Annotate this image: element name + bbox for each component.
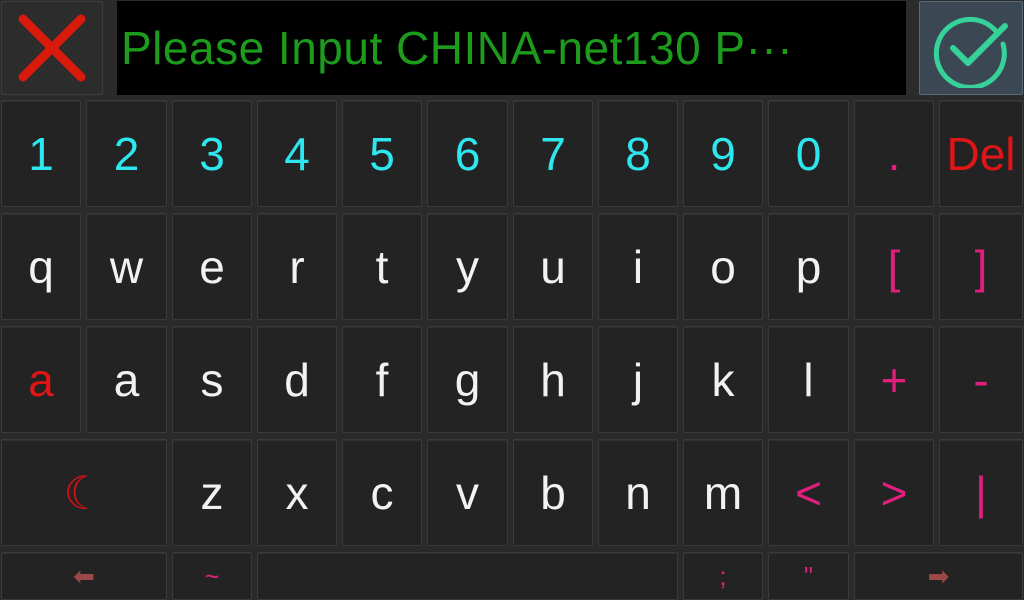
key-p[interactable]: p xyxy=(768,213,849,320)
key-v[interactable]: v xyxy=(427,439,508,546)
key-d[interactable]: d xyxy=(257,326,337,433)
key-y[interactable]: y xyxy=(427,213,508,320)
key-b[interactable]: b xyxy=(513,439,593,546)
key-u[interactable]: u xyxy=(513,213,593,320)
key-9[interactable]: 9 xyxy=(683,100,763,207)
key-semicolon[interactable]: ; xyxy=(683,552,763,600)
close-x-icon xyxy=(18,14,86,82)
key-c[interactable]: c xyxy=(342,439,422,546)
delete-key[interactable]: Del xyxy=(939,100,1023,207)
top-bar: Please Input CHINA-net130 P··· xyxy=(0,0,1024,98)
key-right-bracket[interactable]: ] xyxy=(939,213,1023,320)
cursor-left-key[interactable]: ⬅ xyxy=(1,552,167,600)
key-greater-than[interactable]: > xyxy=(854,439,934,546)
confirm-button[interactable] xyxy=(919,1,1023,95)
key-8[interactable]: 8 xyxy=(598,100,678,207)
key-plus[interactable]: + xyxy=(854,326,934,433)
key-0[interactable]: 0 xyxy=(768,100,849,207)
key-w[interactable]: w xyxy=(86,213,167,320)
key-z[interactable]: z xyxy=(172,439,252,546)
key-left-bracket[interactable]: [ xyxy=(854,213,934,320)
key-period[interactable]: . xyxy=(854,100,934,207)
shift-key[interactable]: ☾ xyxy=(1,439,167,546)
key-a[interactable]: a xyxy=(86,326,167,433)
key-3[interactable]: 3 xyxy=(172,100,252,207)
key-double-quote[interactable]: " xyxy=(768,552,849,600)
key-6[interactable]: 6 xyxy=(427,100,508,207)
key-g[interactable]: g xyxy=(427,326,508,433)
input-text: Please Input CHINA-net130 P··· xyxy=(121,22,794,74)
key-i[interactable]: i xyxy=(598,213,678,320)
text-input-field[interactable]: Please Input CHINA-net130 P··· xyxy=(117,1,906,95)
key-r[interactable]: r xyxy=(257,213,337,320)
key-5[interactable]: 5 xyxy=(342,100,422,207)
crescent-moon-icon: ☾ xyxy=(63,466,105,519)
caps-key[interactable]: a xyxy=(1,326,81,433)
space-key[interactable] xyxy=(257,552,678,600)
arrow-right-icon: ➡ xyxy=(927,561,950,591)
key-l[interactable]: l xyxy=(768,326,849,433)
key-1[interactable]: 1 xyxy=(1,100,81,207)
check-circle-icon xyxy=(933,16,1008,88)
key-minus[interactable]: - xyxy=(939,326,1023,433)
key-k[interactable]: k xyxy=(683,326,763,433)
key-7[interactable]: 7 xyxy=(513,100,593,207)
key-less-than[interactable]: < xyxy=(768,439,849,546)
key-4[interactable]: 4 xyxy=(257,100,337,207)
key-q[interactable]: q xyxy=(1,213,81,320)
key-tilde[interactable]: ~ xyxy=(172,552,252,600)
cursor-right-key[interactable]: ➡ xyxy=(854,552,1023,600)
key-j[interactable]: j xyxy=(598,326,678,433)
key-x[interactable]: x xyxy=(257,439,337,546)
key-h[interactable]: h xyxy=(513,326,593,433)
key-e[interactable]: e xyxy=(172,213,252,320)
key-f[interactable]: f xyxy=(342,326,422,433)
key-t[interactable]: t xyxy=(342,213,422,320)
arrow-left-icon: ⬅ xyxy=(73,561,95,591)
key-o[interactable]: o xyxy=(683,213,763,320)
key-m[interactable]: m xyxy=(683,439,763,546)
key-n[interactable]: n xyxy=(598,439,678,546)
key-2[interactable]: 2 xyxy=(86,100,167,207)
key-s[interactable]: s xyxy=(172,326,252,433)
cancel-button[interactable] xyxy=(1,1,103,95)
key-pipe[interactable]: | xyxy=(939,439,1023,546)
